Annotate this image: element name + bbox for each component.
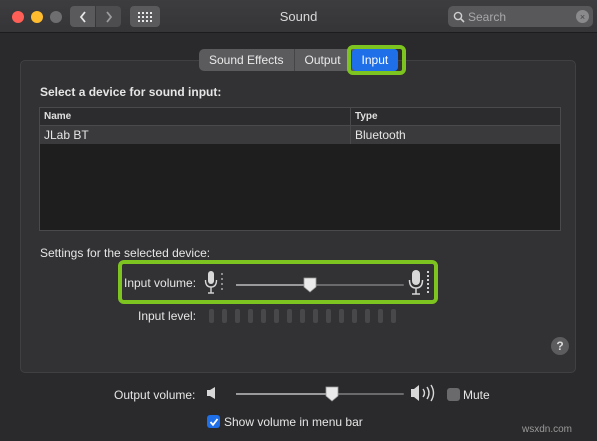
input-volume-label: Input volume:: [124, 276, 197, 290]
microphone-low-icon: [204, 271, 223, 294]
search-field[interactable]: ×: [448, 6, 593, 27]
checkmark-icon: [209, 417, 218, 426]
output-volume-thumb[interactable]: [325, 386, 339, 402]
input-volume-thumb[interactable]: [303, 277, 317, 293]
level-segment: [222, 309, 227, 323]
speaker-low-icon: [207, 387, 215, 399]
microphone-high-icon: [408, 270, 429, 295]
input-volume-slider[interactable]: [236, 284, 404, 286]
output-volume-label: Output volume:: [114, 388, 196, 402]
device-table: Name Type JLab BT Bluetooth: [39, 107, 561, 231]
column-header-type[interactable]: Type: [351, 108, 378, 125]
level-segment: [391, 309, 396, 323]
output-volume-slider[interactable]: [236, 393, 404, 395]
level-segment: [235, 309, 240, 323]
input-level-meter: [209, 309, 396, 323]
device-section-title: Select a device for sound input:: [40, 85, 222, 99]
level-segment: [313, 309, 318, 323]
settings-section-title: Settings for the selected device:: [40, 246, 211, 260]
device-type-cell: Bluetooth: [355, 128, 406, 142]
show-volume-checkbox[interactable]: [207, 415, 220, 428]
level-segment: [248, 309, 253, 323]
title-bar: Sound ×: [0, 0, 597, 33]
level-segment: [300, 309, 305, 323]
level-segment: [274, 309, 279, 323]
show-volume-label: Show volume in menu bar: [224, 415, 363, 429]
input-volume-fill: [236, 284, 310, 286]
level-segment: [287, 309, 292, 323]
level-segment: [326, 309, 331, 323]
watermark: wsxdn.com: [522, 424, 573, 435]
output-volume-fill: [236, 393, 332, 395]
level-segment: [339, 309, 344, 323]
clear-search-icon[interactable]: ×: [576, 10, 589, 23]
search-input[interactable]: [468, 9, 558, 24]
level-segment: [378, 309, 383, 323]
level-segment: [365, 309, 370, 323]
input-tab-highlight: [347, 45, 406, 75]
level-segment: [352, 309, 357, 323]
device-name-cell: JLab BT: [40, 126, 351, 144]
mute-checkbox[interactable]: [447, 388, 460, 401]
tab-output[interactable]: Output: [295, 49, 352, 71]
help-button[interactable]: ?: [551, 337, 569, 355]
column-header-name[interactable]: Name: [40, 108, 351, 125]
tab-sound-effects[interactable]: Sound Effects: [199, 49, 295, 71]
table-header: Name Type: [40, 108, 560, 126]
mute-label: Mute: [463, 388, 490, 402]
level-segment: [209, 309, 214, 323]
search-icon: [453, 11, 465, 23]
table-row[interactable]: JLab BT Bluetooth: [40, 126, 560, 144]
speaker-high-icon: [411, 384, 435, 402]
input-level-label: Input level:: [138, 309, 197, 323]
level-segment: [261, 309, 266, 323]
